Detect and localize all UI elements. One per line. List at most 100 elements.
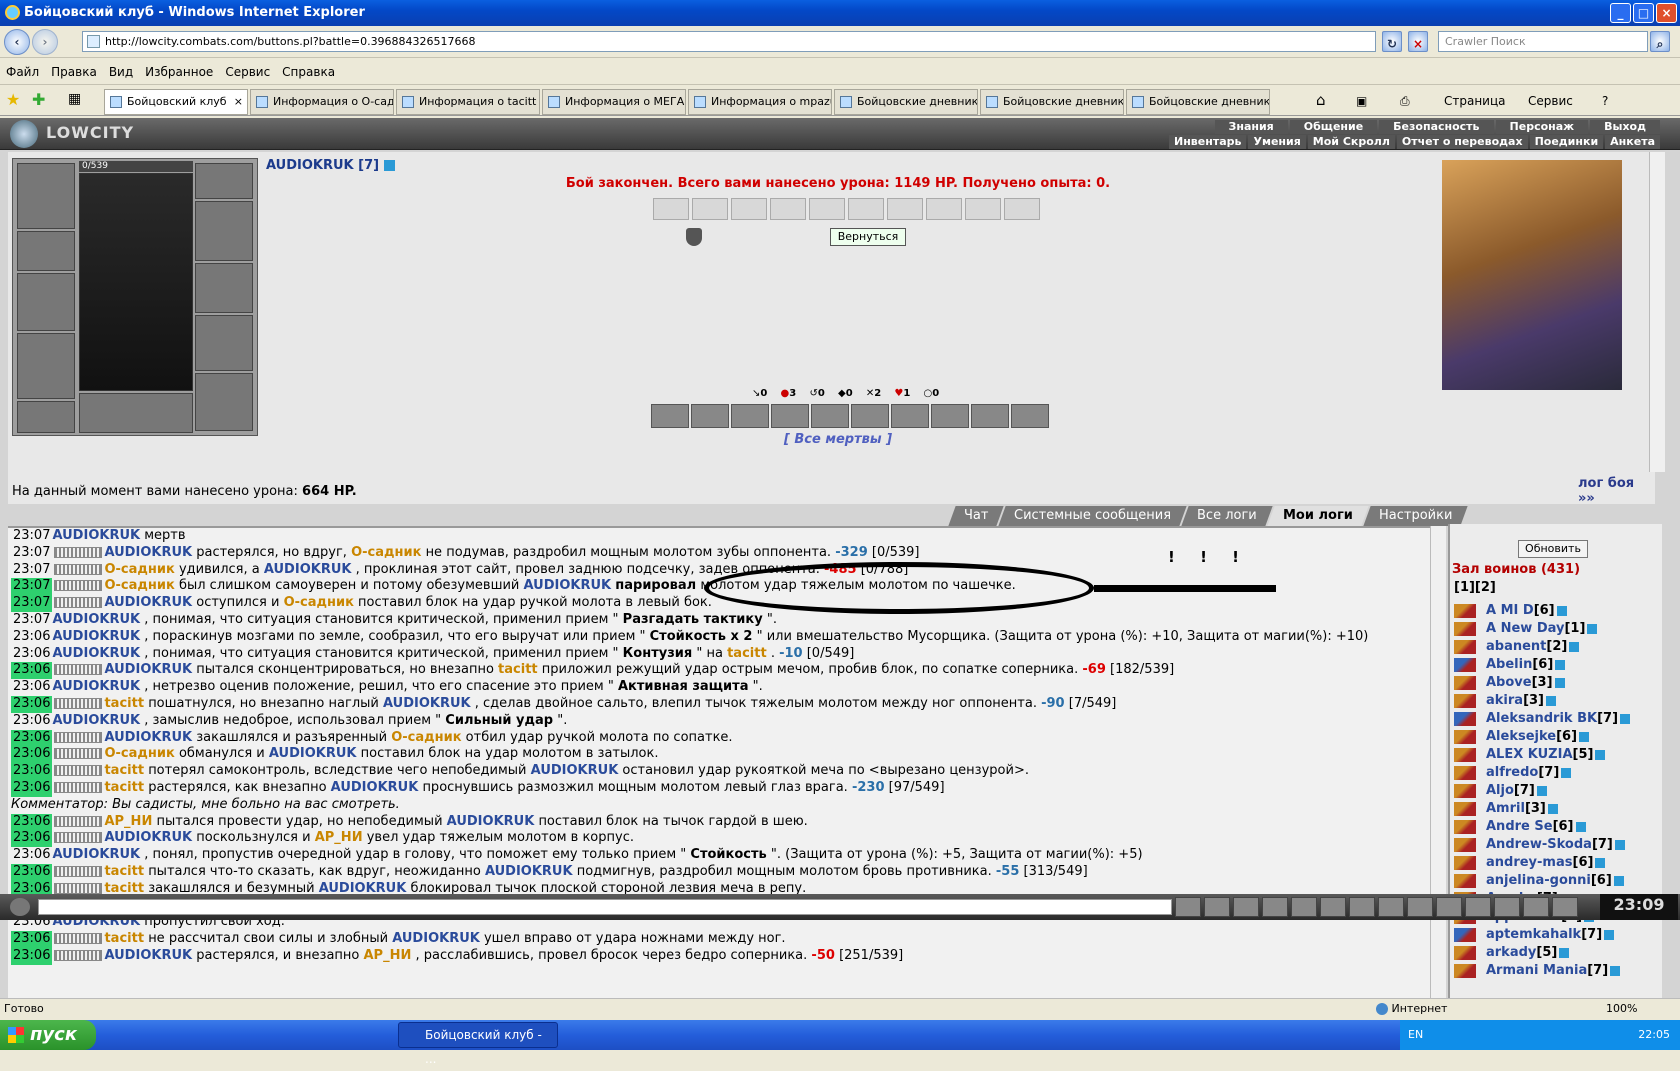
info-icon[interactable] [1536,785,1547,796]
info-icon[interactable] [1604,929,1615,940]
lock-icon[interactable] [1523,897,1549,917]
tab-diary-2[interactable]: Бойцовские дневник... [980,89,1124,115]
rings-slot[interactable] [195,201,253,261]
info-icon[interactable] [1547,803,1558,814]
player-link[interactable]: AP_НИ [315,830,363,845]
clear-icon[interactable] [1204,897,1230,917]
player-link[interactable]: tacitt [727,646,767,661]
player-name[interactable]: Aljo [1486,783,1514,798]
chat-mode-icon[interactable] [10,898,30,916]
info-icon[interactable] [1620,713,1631,724]
player-link[interactable]: tacitt [498,662,538,677]
player-link[interactable]: AUDIOKRUK [104,595,192,610]
player-name[interactable]: aptemkahalk [1486,927,1581,942]
tab-system[interactable]: Системные сообщения [998,506,1188,526]
armor-slot[interactable] [17,333,75,399]
minimize-button[interactable]: _ [1610,3,1631,23]
info-icon[interactable] [1595,749,1606,760]
smile-icon[interactable] [1378,897,1404,917]
bracers-slot[interactable] [17,231,75,271]
trick-slot[interactable] [651,404,689,428]
player-name[interactable]: akira [1486,693,1523,708]
player-entry[interactable]: Abelin[6] [1454,656,1630,674]
player-name[interactable]: A New Day [1486,621,1564,636]
player-name[interactable]: andrey-mas [1486,855,1573,870]
player-name[interactable]: Aleksandrik BK [1486,711,1597,726]
back-nav-button[interactable]: ‹ [4,29,30,55]
trick-slot[interactable] [731,404,769,428]
player-entry[interactable]: Aljo[7] [1454,782,1630,800]
screenshot-icon[interactable] [1407,897,1433,917]
player-link[interactable]: AUDIOKRUK [52,713,140,728]
chat-scrollbar[interactable] [1430,526,1446,1006]
tab-diary-1[interactable]: Бойцовские дневник... [834,89,978,115]
private-message-icon[interactable] [1454,783,1476,798]
player-entry[interactable]: Andrew-Skoda[7] [1454,836,1630,854]
player-link[interactable]: AUDIOKRUK [392,931,480,946]
player-name[interactable]: Armani Mania [1486,963,1587,978]
player-entry[interactable]: A New Day[1] [1454,620,1630,638]
trick-slot[interactable] [691,404,729,428]
player-link[interactable]: AUDIOKRUK [383,696,471,711]
player-link[interactable]: AUDIOKRUK [104,545,192,560]
player-link[interactable]: О-садник [391,730,461,745]
info-icon[interactable] [1613,875,1624,886]
menu-tools[interactable]: Сервис [219,59,276,85]
info-icon[interactable] [1614,839,1625,850]
info-icon[interactable] [1610,965,1621,976]
player-link[interactable]: tacitt [104,931,144,946]
player-link[interactable]: AUDIOKRUK [52,679,140,694]
refresh-button[interactable]: Обновить [1518,540,1588,558]
menu-view[interactable]: Вид [103,59,139,85]
private-message-icon[interactable] [1454,765,1476,780]
close-button[interactable]: × [1656,3,1677,23]
player-entry[interactable]: A MI D[6] [1454,602,1630,620]
trick-slot[interactable] [811,404,849,428]
player-entry[interactable]: anjelina-gonni[6] [1454,872,1630,890]
player-entry[interactable]: Armani Mania[7] [1454,962,1630,980]
menu-file[interactable]: Файл [0,59,45,85]
player-entry[interactable]: arkady[5] [1454,944,1630,962]
add-favorite-icon[interactable]: ✚ [32,90,45,109]
save-icon[interactable] [1262,897,1288,917]
pants-slot[interactable] [195,373,253,431]
player-link[interactable]: AUDIOKRUK [104,730,192,745]
all-dead-link[interactable]: [ Все мертвы ] [408,432,1268,447]
tab-chat[interactable]: Чат [948,506,1005,526]
info-icon[interactable] [1556,605,1567,616]
player-link[interactable]: AUDIOKRUK [52,847,140,862]
info-icon[interactable] [1561,767,1572,778]
player-entry[interactable]: Andre Se[6] [1454,818,1630,836]
menu-my-scroll[interactable]: Мой Скролл [1307,135,1395,149]
start-button[interactable]: пуск [0,1020,96,1050]
trick-slot[interactable] [931,404,969,428]
player-link[interactable]: AUDIOKRUK [331,780,419,795]
trick-slot[interactable] [891,404,929,428]
player-link[interactable]: AUDIOKRUK [264,562,352,577]
player-entry[interactable]: Amril[3] [1454,800,1630,818]
private-message-icon[interactable] [1454,675,1476,690]
private-message-icon[interactable] [1454,963,1476,978]
player-name[interactable]: Andrew-Skoda [1486,837,1592,852]
private-message-icon[interactable] [1454,837,1476,852]
private-message-icon[interactable] [1454,711,1476,726]
player-link[interactable]: О-садник [284,595,354,610]
player-name[interactable]: arkady [1486,945,1536,960]
main-scrollbar[interactable] [1649,152,1665,472]
player-entry[interactable]: alfredo[7] [1454,764,1630,782]
trick-slot[interactable] [1011,404,1049,428]
helmet-slot[interactable] [17,163,75,229]
translit-icon[interactable] [1320,897,1346,917]
player-link[interactable]: О-садник [351,545,421,560]
home-icon[interactable]: ⌂ [1316,91,1326,109]
stop-icon[interactable]: × [1408,31,1428,52]
info-icon[interactable] [1579,731,1590,742]
player-entry[interactable]: Aleksejke[6] [1454,728,1630,746]
menu-knowledge[interactable]: Знания [1214,120,1288,134]
tools-menu[interactable]: Сервис [1528,94,1573,108]
tab-all-logs[interactable]: Все логи [1181,506,1273,526]
refresh-icon[interactable]: ↻ [1382,31,1402,52]
menu-character[interactable]: Персонаж [1495,120,1589,134]
menu-exit[interactable]: Выход [1590,120,1660,134]
battle-log-link[interactable]: лог боя »» [1578,476,1655,506]
